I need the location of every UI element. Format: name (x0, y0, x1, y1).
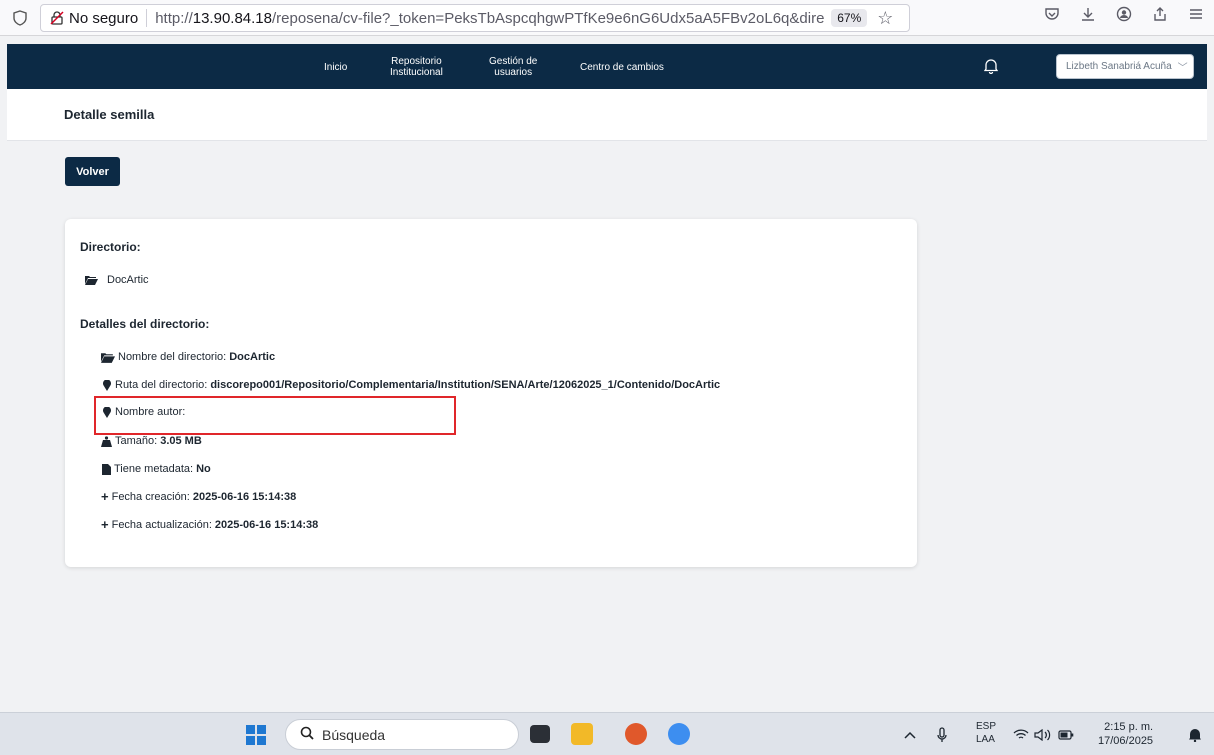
directory-name[interactable]: DocArtic (107, 274, 149, 286)
taskbar-search[interactable]: Búsqueda (285, 719, 519, 750)
nav-repositorio[interactable]: Repositorio Institucional (390, 56, 443, 78)
windows-start-icon[interactable] (246, 725, 266, 745)
page-header: Detalle semilla (7, 89, 1207, 141)
nav-gestion-usuarios[interactable]: Gestión de usuarios (489, 56, 537, 78)
weight-icon (101, 435, 112, 447)
app-navbar: Inicio Repositorio Institucional Gestión … (7, 44, 1207, 89)
url-separator (146, 9, 148, 27)
bell-icon[interactable] (983, 58, 999, 75)
nav-centro-cambios[interactable]: Centro de cambios (580, 62, 664, 73)
highlight-box (94, 396, 456, 435)
back-button[interactable]: Volver (65, 157, 120, 186)
directory-heading: Directorio: (80, 240, 141, 254)
pocket-icon[interactable] (1044, 6, 1060, 27)
microphone-icon[interactable] (937, 713, 947, 755)
volume-icon[interactable] (1034, 713, 1052, 755)
chevron-down-icon: ﹀ (1177, 63, 1188, 74)
directory-detail-card: Directorio: DocArtic Detalles del direct… (65, 219, 917, 567)
wifi-icon[interactable] (1013, 713, 1029, 755)
user-menu-select[interactable]: Lizbeth Sanabriá Acuña ﹀ (1056, 54, 1194, 79)
task-view-icon[interactable] (530, 725, 550, 743)
directory-link[interactable]: DocArtic (85, 274, 149, 286)
security-label[interactable]: No seguro (69, 10, 138, 27)
share-icon[interactable] (1152, 6, 1168, 27)
plus-icon: + (101, 489, 109, 504)
map-pin-icon (103, 378, 111, 391)
folder-open-icon (101, 352, 115, 363)
nav-inicio[interactable]: Inicio (324, 62, 347, 73)
tracking-shield-icon[interactable] (12, 9, 28, 26)
detail-row-size: Tamaño: 3.05 MB (101, 435, 202, 447)
browser-toolbar: No seguro http://13.90.84.18/reposena/cv… (0, 0, 1214, 36)
firefox-icon[interactable] (625, 723, 647, 745)
account-icon[interactable] (1116, 6, 1132, 27)
details-heading: Detalles del directorio: (80, 317, 210, 331)
tray-chevron-icon[interactable] (904, 713, 916, 755)
search-icon (300, 726, 314, 744)
zoom-level[interactable]: 67% (831, 9, 868, 27)
detail-row-updated: + Fecha actualización: 2025-06-16 15:14:3… (101, 517, 319, 532)
detail-row-metadata: Tiene metadata: No (101, 463, 211, 475)
url-text[interactable]: http://13.90.84.18/reposena/cv-file?_tok… (155, 10, 825, 27)
folder-open-icon (85, 275, 98, 285)
chrome-icon[interactable] (668, 723, 690, 745)
download-icon[interactable] (1080, 6, 1096, 27)
menu-icon[interactable] (1188, 6, 1204, 27)
battery-icon[interactable] (1058, 713, 1074, 755)
plus-icon: + (101, 517, 109, 532)
detail-row-name: Nombre del directorio: DocArtic (101, 351, 275, 363)
bookmark-star-icon[interactable]: ☆ (877, 8, 893, 29)
taskbar: Búsqueda ESP LAA 2:15 p. m. 17/06/2025 (0, 712, 1214, 755)
detail-row-path: Ruta del directorio: discorepo001/Reposit… (101, 378, 720, 391)
file-explorer-icon[interactable] (571, 723, 593, 745)
address-bar[interactable]: No seguro http://13.90.84.18/reposena/cv… (40, 4, 910, 32)
user-name: Lizbeth Sanabriá Acuña (1066, 61, 1172, 72)
page-title: Detalle semilla (64, 107, 155, 122)
language-indicator[interactable]: ESP LAA (976, 720, 996, 746)
detail-row-created: + Fecha creación: 2025-06-16 15:14:38 (101, 489, 297, 504)
taskbar-clock[interactable]: 2:15 p. m. 17/06/2025 (1098, 720, 1153, 748)
browser-tools (1044, 6, 1204, 27)
search-placeholder: Búsqueda (322, 726, 386, 743)
notification-icon[interactable] (1188, 713, 1202, 755)
insecure-lock-icon[interactable] (49, 10, 65, 26)
file-icon (102, 463, 111, 475)
